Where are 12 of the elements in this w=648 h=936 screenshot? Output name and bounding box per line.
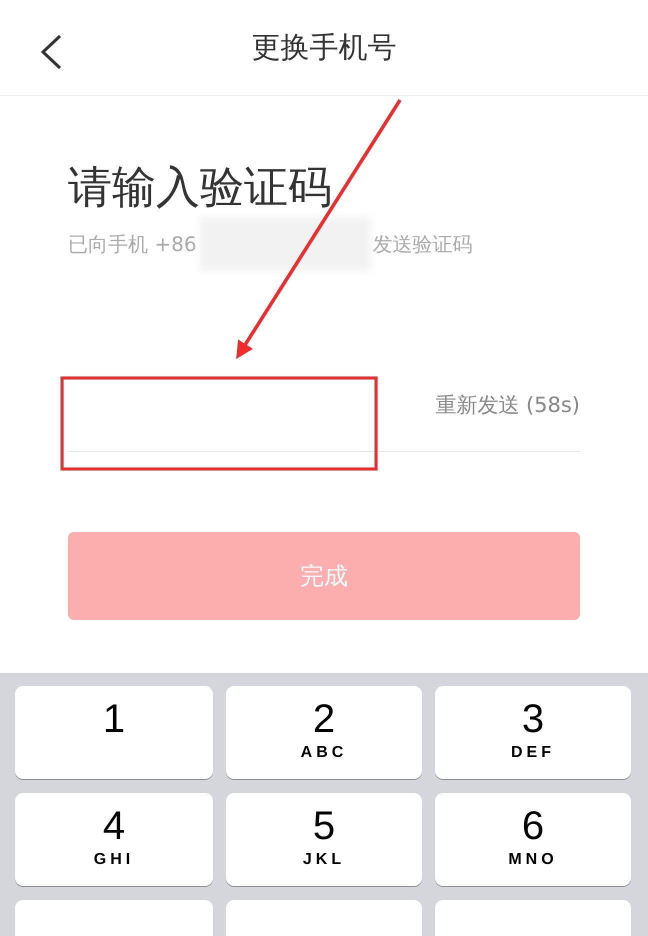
sent-notice-text: 发送验证码 [372, 230, 473, 258]
back-icon[interactable] [38, 33, 64, 71]
sent-notice-text: 已向手机 +86 [68, 230, 197, 258]
keypad-key[interactable]: 2 ABC [226, 686, 422, 779]
heading: 请输入验证码 [68, 161, 333, 215]
keypad-key[interactable]: 5 JKL [226, 793, 422, 886]
keypad-key[interactable]: 6 MNO [435, 793, 631, 886]
resend-link[interactable]: 重新发送 (58s) [435, 372, 580, 452]
keypad-key[interactable]: 3 DEF [435, 686, 631, 779]
keypad-key[interactable]: 1 [15, 686, 213, 779]
page-title: 更换手机号 [252, 28, 396, 66]
keypad-key[interactable]: 4 GHI [15, 793, 213, 886]
